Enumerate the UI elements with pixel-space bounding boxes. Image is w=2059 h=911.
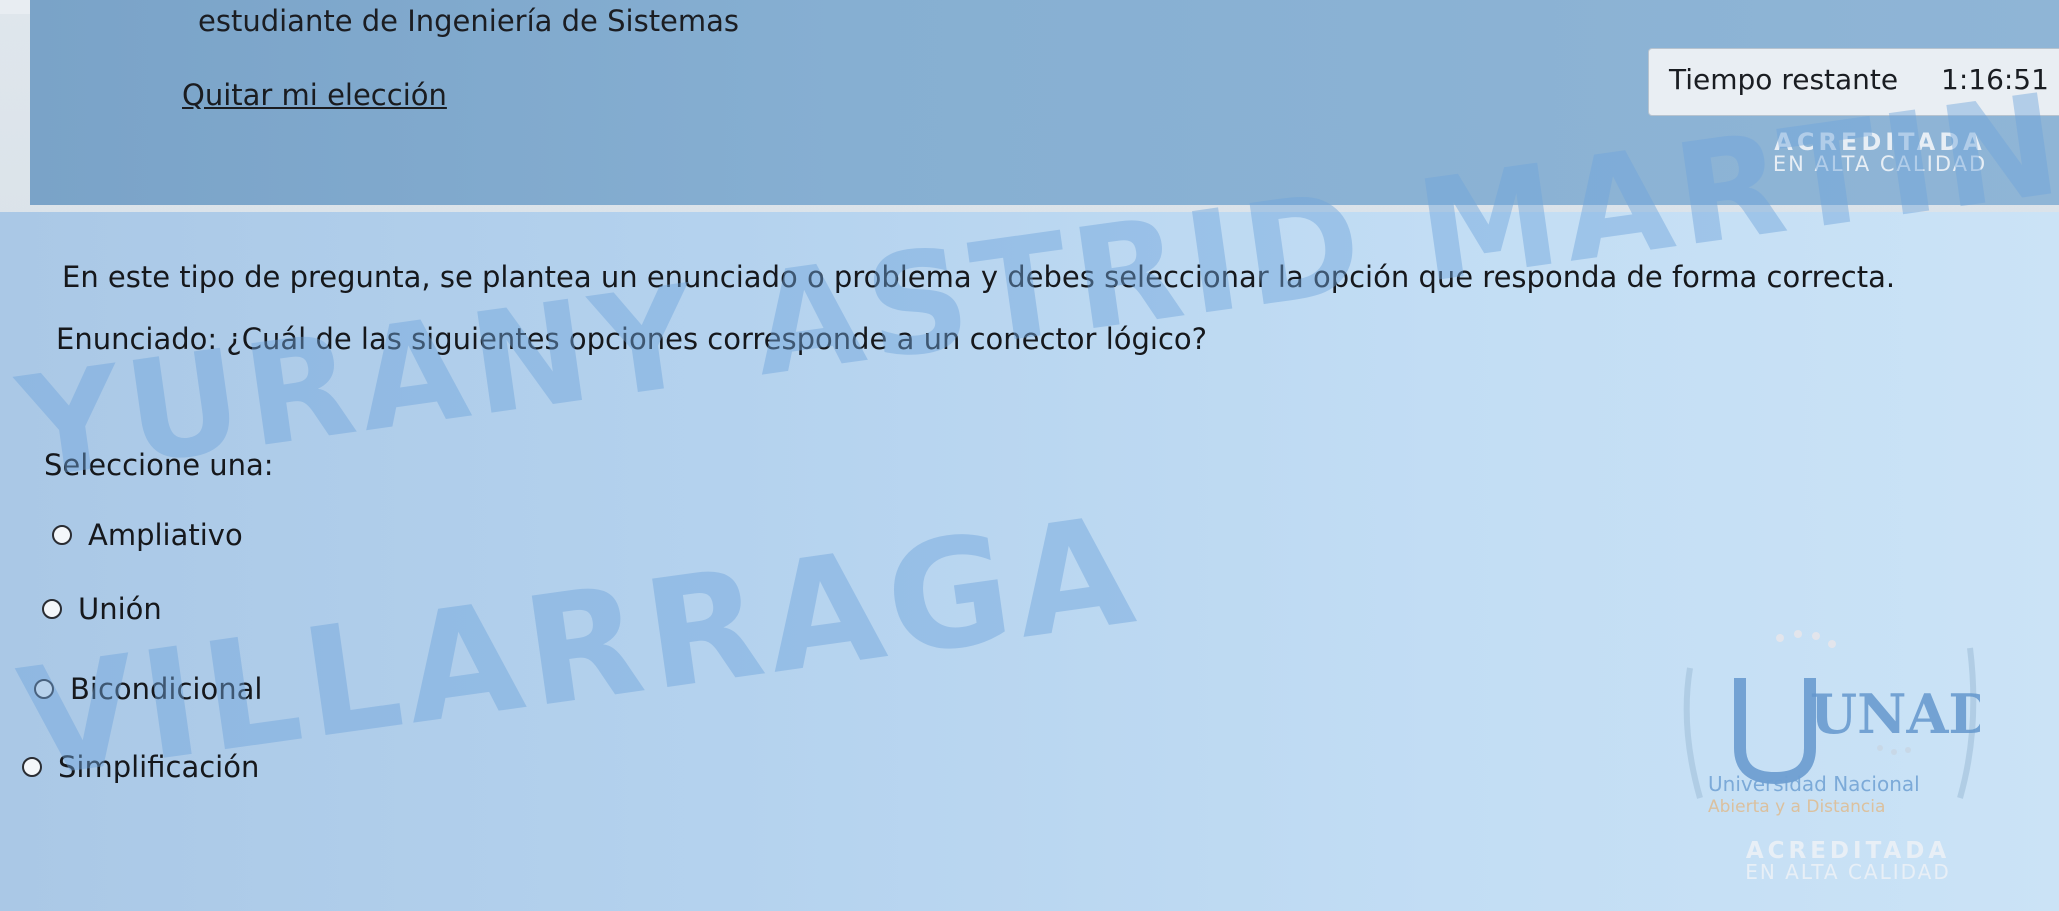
accreditation-badge-bottom: ACREDITADA EN ALTA CALIDAD [1708,838,1988,884]
radio-button[interactable] [42,599,62,619]
radio-button[interactable] [52,525,72,545]
remove-choice-link[interactable]: Quitar mi elección [182,78,447,112]
unad-subtitle-line1: Universidad Nacional [1708,772,1920,796]
unad-logo-text: UNAD [1810,682,1980,746]
option-label: Ampliativo [88,518,243,552]
user-role-text: estudiante de Ingeniería de Sistemas [198,4,740,38]
accreditation-line2: EN ALTA CALIDAD [1745,860,1951,884]
answer-option[interactable]: Ampliativo [52,518,243,552]
unad-subtitle-line2: Abierta y a Distancia [1708,797,1886,817]
